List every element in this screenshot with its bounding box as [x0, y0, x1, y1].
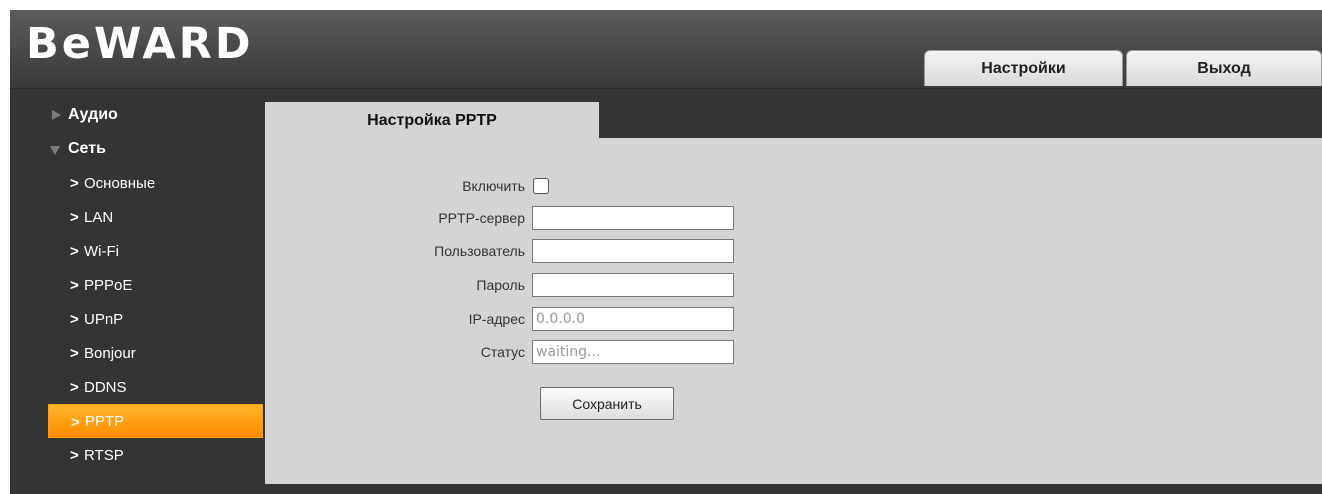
sidebar-item-label: RTSP — [84, 446, 124, 464]
sidebar-item-wifi[interactable]: > Wi-Fi — [10, 234, 265, 268]
sidebar-item-label: PPPoE — [84, 276, 133, 294]
chevron-right-icon: > — [70, 446, 79, 464]
chevron-right-icon: > — [70, 242, 79, 260]
sidebar-item-pptp[interactable]: > PPTP — [48, 404, 263, 438]
app-window: BeWARD Настройки Выход Аудио Сеть > Осно… — [10, 10, 1322, 494]
collapsed-triangle-icon — [52, 110, 61, 120]
password-label: Пароль — [476, 277, 525, 293]
sidebar-item-label: DDNS — [84, 378, 127, 396]
sidebar-item-label: Wi-Fi — [84, 242, 119, 260]
ip-row: IP-адрес — [265, 307, 965, 331]
enable-checkbox[interactable] — [533, 178, 549, 194]
sidebar: Аудио Сеть > Основные > LAN > Wi-Fi > PP… — [10, 98, 265, 472]
user-label: Пользователь — [434, 243, 525, 259]
content-area: Настройка PPTP Включить PPTP-сервер Поль… — [265, 102, 1322, 494]
enable-row: Включить — [265, 174, 965, 198]
username-input[interactable] — [532, 239, 734, 263]
ip-label: IP-адрес — [468, 311, 525, 327]
sidebar-item-lan[interactable]: > LAN — [10, 200, 265, 234]
beward-logo: BeWARD — [26, 19, 254, 69]
header-bar: BeWARD Настройки Выход — [10, 10, 1322, 89]
sidebar-group-label: Сеть — [68, 140, 106, 157]
sidebar-item-ddns[interactable]: > DDNS — [10, 370, 265, 404]
sidebar-item-label: Основные — [84, 174, 156, 192]
user-row: Пользователь — [265, 239, 965, 263]
chevron-right-icon: > — [70, 276, 79, 294]
save-button[interactable]: Сохранить — [540, 387, 674, 420]
status-row: Статус — [265, 340, 965, 364]
settings-panel: Включить PPTP-сервер Пользователь Пароль… — [265, 138, 1322, 484]
sidebar-item-basic[interactable]: > Основные — [10, 166, 265, 200]
chevron-right-icon: > — [71, 413, 80, 431]
sidebar-item-pppoe[interactable]: > PPPoE — [10, 268, 265, 302]
sidebar-item-label: Bonjour — [84, 344, 136, 362]
enable-label: Включить — [462, 178, 525, 194]
expanded-triangle-icon — [50, 146, 60, 155]
sidebar-item-rtsp[interactable]: > RTSP — [10, 438, 265, 472]
password-row: Пароль — [265, 273, 965, 297]
sidebar-item-upnp[interactable]: > UPnP — [10, 302, 265, 336]
status-label: Статус — [480, 344, 525, 360]
password-input[interactable] — [532, 273, 734, 297]
pptp-server-input[interactable] — [532, 206, 734, 230]
sidebar-group-label: Аудио — [68, 106, 118, 123]
tab-logout[interactable]: Выход — [1126, 50, 1322, 86]
sidebar-item-label: PPTP — [85, 412, 125, 430]
tab-settings[interactable]: Настройки — [924, 50, 1123, 86]
sidebar-group-network[interactable]: Сеть — [10, 132, 265, 166]
chevron-right-icon: > — [70, 378, 79, 396]
chevron-right-icon: > — [70, 344, 79, 362]
sidebar-group-audio[interactable]: Аудио — [10, 98, 265, 132]
chevron-right-icon: > — [70, 208, 79, 226]
chevron-right-icon: > — [70, 174, 79, 192]
server-label: PPTP-сервер — [438, 210, 525, 226]
sidebar-item-label: UPnP — [84, 310, 124, 328]
tab-pptp-settings[interactable]: Настройка PPTP — [265, 102, 599, 139]
ip-address-field — [532, 307, 734, 331]
sidebar-item-bonjour[interactable]: > Bonjour — [10, 336, 265, 370]
status-field — [532, 340, 734, 364]
sidebar-item-label: LAN — [84, 208, 114, 226]
chevron-right-icon: > — [70, 310, 79, 328]
server-row: PPTP-сервер — [265, 206, 965, 230]
